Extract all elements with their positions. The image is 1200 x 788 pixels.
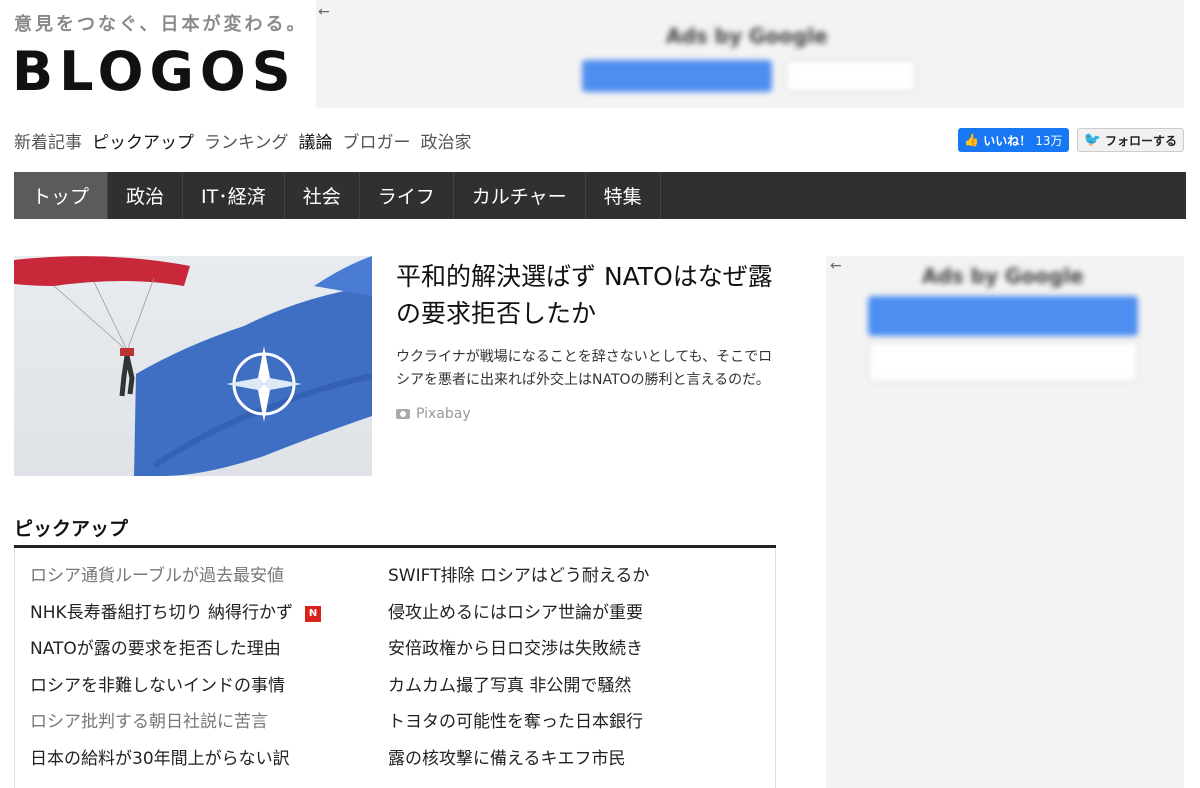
site-tagline: 意見をつなぐ、日本が変わる。 bbox=[14, 14, 308, 35]
pickup-link-text: カムカム撮了写真 非公開で騒然 bbox=[388, 675, 632, 696]
main-navigation: トップ 政治 IT･経済 社会 ライフ カルチャー 特集 bbox=[14, 172, 1186, 219]
image-credit-text: Pixabay bbox=[416, 406, 471, 422]
ad-back-arrow-icon[interactable]: ← bbox=[830, 258, 842, 274]
image-credit: Pixabay bbox=[396, 406, 471, 422]
pickup-link[interactable]: ロシアを非難しないインドの事情 bbox=[30, 674, 321, 711]
subnav-item[interactable]: 政治家 bbox=[421, 128, 472, 153]
pickup-link-text: 日本の給料が30年間上がらない訳 bbox=[30, 748, 290, 769]
pickup-right-column: SWIFT排除 ロシアはどう耐えるか 侵攻止めるにはロシア世論が重要 安倍政権から日… bbox=[388, 564, 649, 783]
pickup-link-text: NHK長寿番組打ち切り 納得行かず bbox=[30, 602, 294, 623]
ad-blurred-secondary-button[interactable] bbox=[786, 60, 916, 92]
pickup-link-text: 侵攻止めるにはロシア世論が重要 bbox=[388, 602, 643, 623]
pickup-link[interactable]: SWIFT排除 ロシアはどう耐えるか bbox=[388, 564, 649, 601]
hero-article-image[interactable] bbox=[14, 256, 372, 476]
pickup-link[interactable]: 露の核攻撃に備えるキエフ市民 bbox=[388, 747, 649, 784]
thumbs-up-icon: 👍 bbox=[964, 133, 980, 147]
pickup-link[interactable]: 侵攻止めるにはロシア世論が重要 bbox=[388, 601, 649, 638]
pickup-link[interactable]: トヨタの可能性を奪った日本銀行 bbox=[388, 710, 649, 747]
mainnav-tab[interactable]: ライフ bbox=[360, 172, 454, 219]
facebook-like-button[interactable]: 👍 いいね！ 13万 bbox=[958, 128, 1069, 152]
pickup-link-text: 安倍政権から日ロ交渉は失敗続き bbox=[388, 639, 643, 659]
subnav-item[interactable]: 議論 bbox=[299, 128, 333, 153]
hero-article-title[interactable]: 平和的解決選ばず NATOはなぜ露の要求拒否したか bbox=[396, 258, 776, 332]
mainnav-tab[interactable]: IT･経済 bbox=[183, 172, 285, 219]
pickup-link[interactable]: NHK長寿番組打ち切り 納得行かず N bbox=[30, 601, 322, 638]
pickup-link[interactable]: カムカム撮了写真 非公開で騒然 bbox=[388, 674, 649, 711]
twitter-bird-icon: 🐦 bbox=[1083, 132, 1101, 148]
social-buttons: 👍 いいね！ 13万 🐦 フォローする bbox=[958, 128, 1184, 152]
ad-back-arrow-icon[interactable]: ← bbox=[318, 4, 330, 20]
hero-article-description: ウクライナが戦場になることを辞さないとしても、そこでロシアを悪者に出来れば外交上… bbox=[396, 349, 773, 388]
subnav-item[interactable]: ランキング bbox=[204, 128, 289, 153]
pickup-link-text: トヨタの可能性を奪った日本銀行 bbox=[388, 712, 643, 732]
like-count: 13万 bbox=[1035, 133, 1063, 148]
like-label: いいね！ bbox=[983, 133, 1032, 148]
ad-blurred-title: Ads by Google bbox=[922, 264, 1084, 288]
pickup-heading: ピックアップ bbox=[14, 518, 129, 540]
mainnav-tab[interactable]: 政治 bbox=[108, 172, 184, 219]
top-ad-banner[interactable]: ← Ads by Google bbox=[316, 0, 1184, 108]
site-logo[interactable]: BLOGOS bbox=[12, 40, 297, 104]
new-badge-icon: N bbox=[305, 605, 322, 622]
pickup-link[interactable]: 安倍政権から日ロ交渉は失敗続き bbox=[388, 637, 649, 674]
pickup-link-text: ロシア批判する朝日社説に苦言 bbox=[30, 712, 268, 732]
follow-label: フォローする bbox=[1104, 133, 1177, 148]
ad-blurred-primary-button[interactable] bbox=[582, 60, 772, 92]
subnav-item[interactable]: ピックアップ bbox=[92, 128, 194, 153]
ad-blurred-primary-button[interactable] bbox=[868, 296, 1138, 336]
mainnav-tab[interactable]: カルチャー bbox=[454, 172, 586, 219]
mainnav-tab[interactable]: トップ bbox=[14, 172, 109, 219]
mainnav-tab[interactable]: 特集 bbox=[586, 172, 661, 219]
pickup-link-text: ロシアを非難しないインドの事情 bbox=[30, 675, 285, 696]
twitter-follow-button[interactable]: 🐦 フォローする bbox=[1076, 128, 1184, 152]
sub-navigation: 新着記事 ピックアップ ランキング 議論 ブロガー 政治家 bbox=[14, 128, 472, 153]
pickup-link[interactable]: NATOが露の要求を拒否した理由 bbox=[30, 637, 321, 674]
subnav-item[interactable]: ブロガー bbox=[343, 128, 411, 153]
mainnav-tab[interactable]: 社会 bbox=[285, 172, 360, 219]
pickup-left-column: ロシア通貨ルーブルが過去最安値 NHK長寿番組打ち切り 納得行かず N NATOが露の… bbox=[30, 564, 322, 784]
pickup-link-text: SWIFT排除 ロシアはどう耐えるか bbox=[388, 566, 650, 586]
pickup-link[interactable]: 日本の給料が30年間上がらない訳 bbox=[30, 747, 321, 784]
camera-icon bbox=[396, 409, 410, 419]
pickup-link-text: ロシア通貨ルーブルが過去最安値 bbox=[30, 566, 284, 586]
pickup-link-text: NATOが露の要求を拒否した理由 bbox=[30, 639, 281, 659]
pickup-link-text: 露の核攻撃に備えるキエフ市民 bbox=[388, 748, 626, 769]
pickup-link[interactable]: ロシア批判する朝日社説に苦言 bbox=[30, 710, 321, 747]
side-ad-banner[interactable]: ← Ads by Google bbox=[826, 256, 1184, 788]
subnav-item[interactable]: 新着記事 bbox=[14, 128, 82, 153]
parachute-nato-flag-illustration bbox=[14, 256, 372, 476]
ad-blurred-title: Ads by Google bbox=[666, 24, 828, 48]
pickup-link[interactable]: ロシア通貨ルーブルが過去最安値 bbox=[30, 564, 321, 601]
ad-blurred-secondary-button[interactable] bbox=[868, 342, 1138, 382]
